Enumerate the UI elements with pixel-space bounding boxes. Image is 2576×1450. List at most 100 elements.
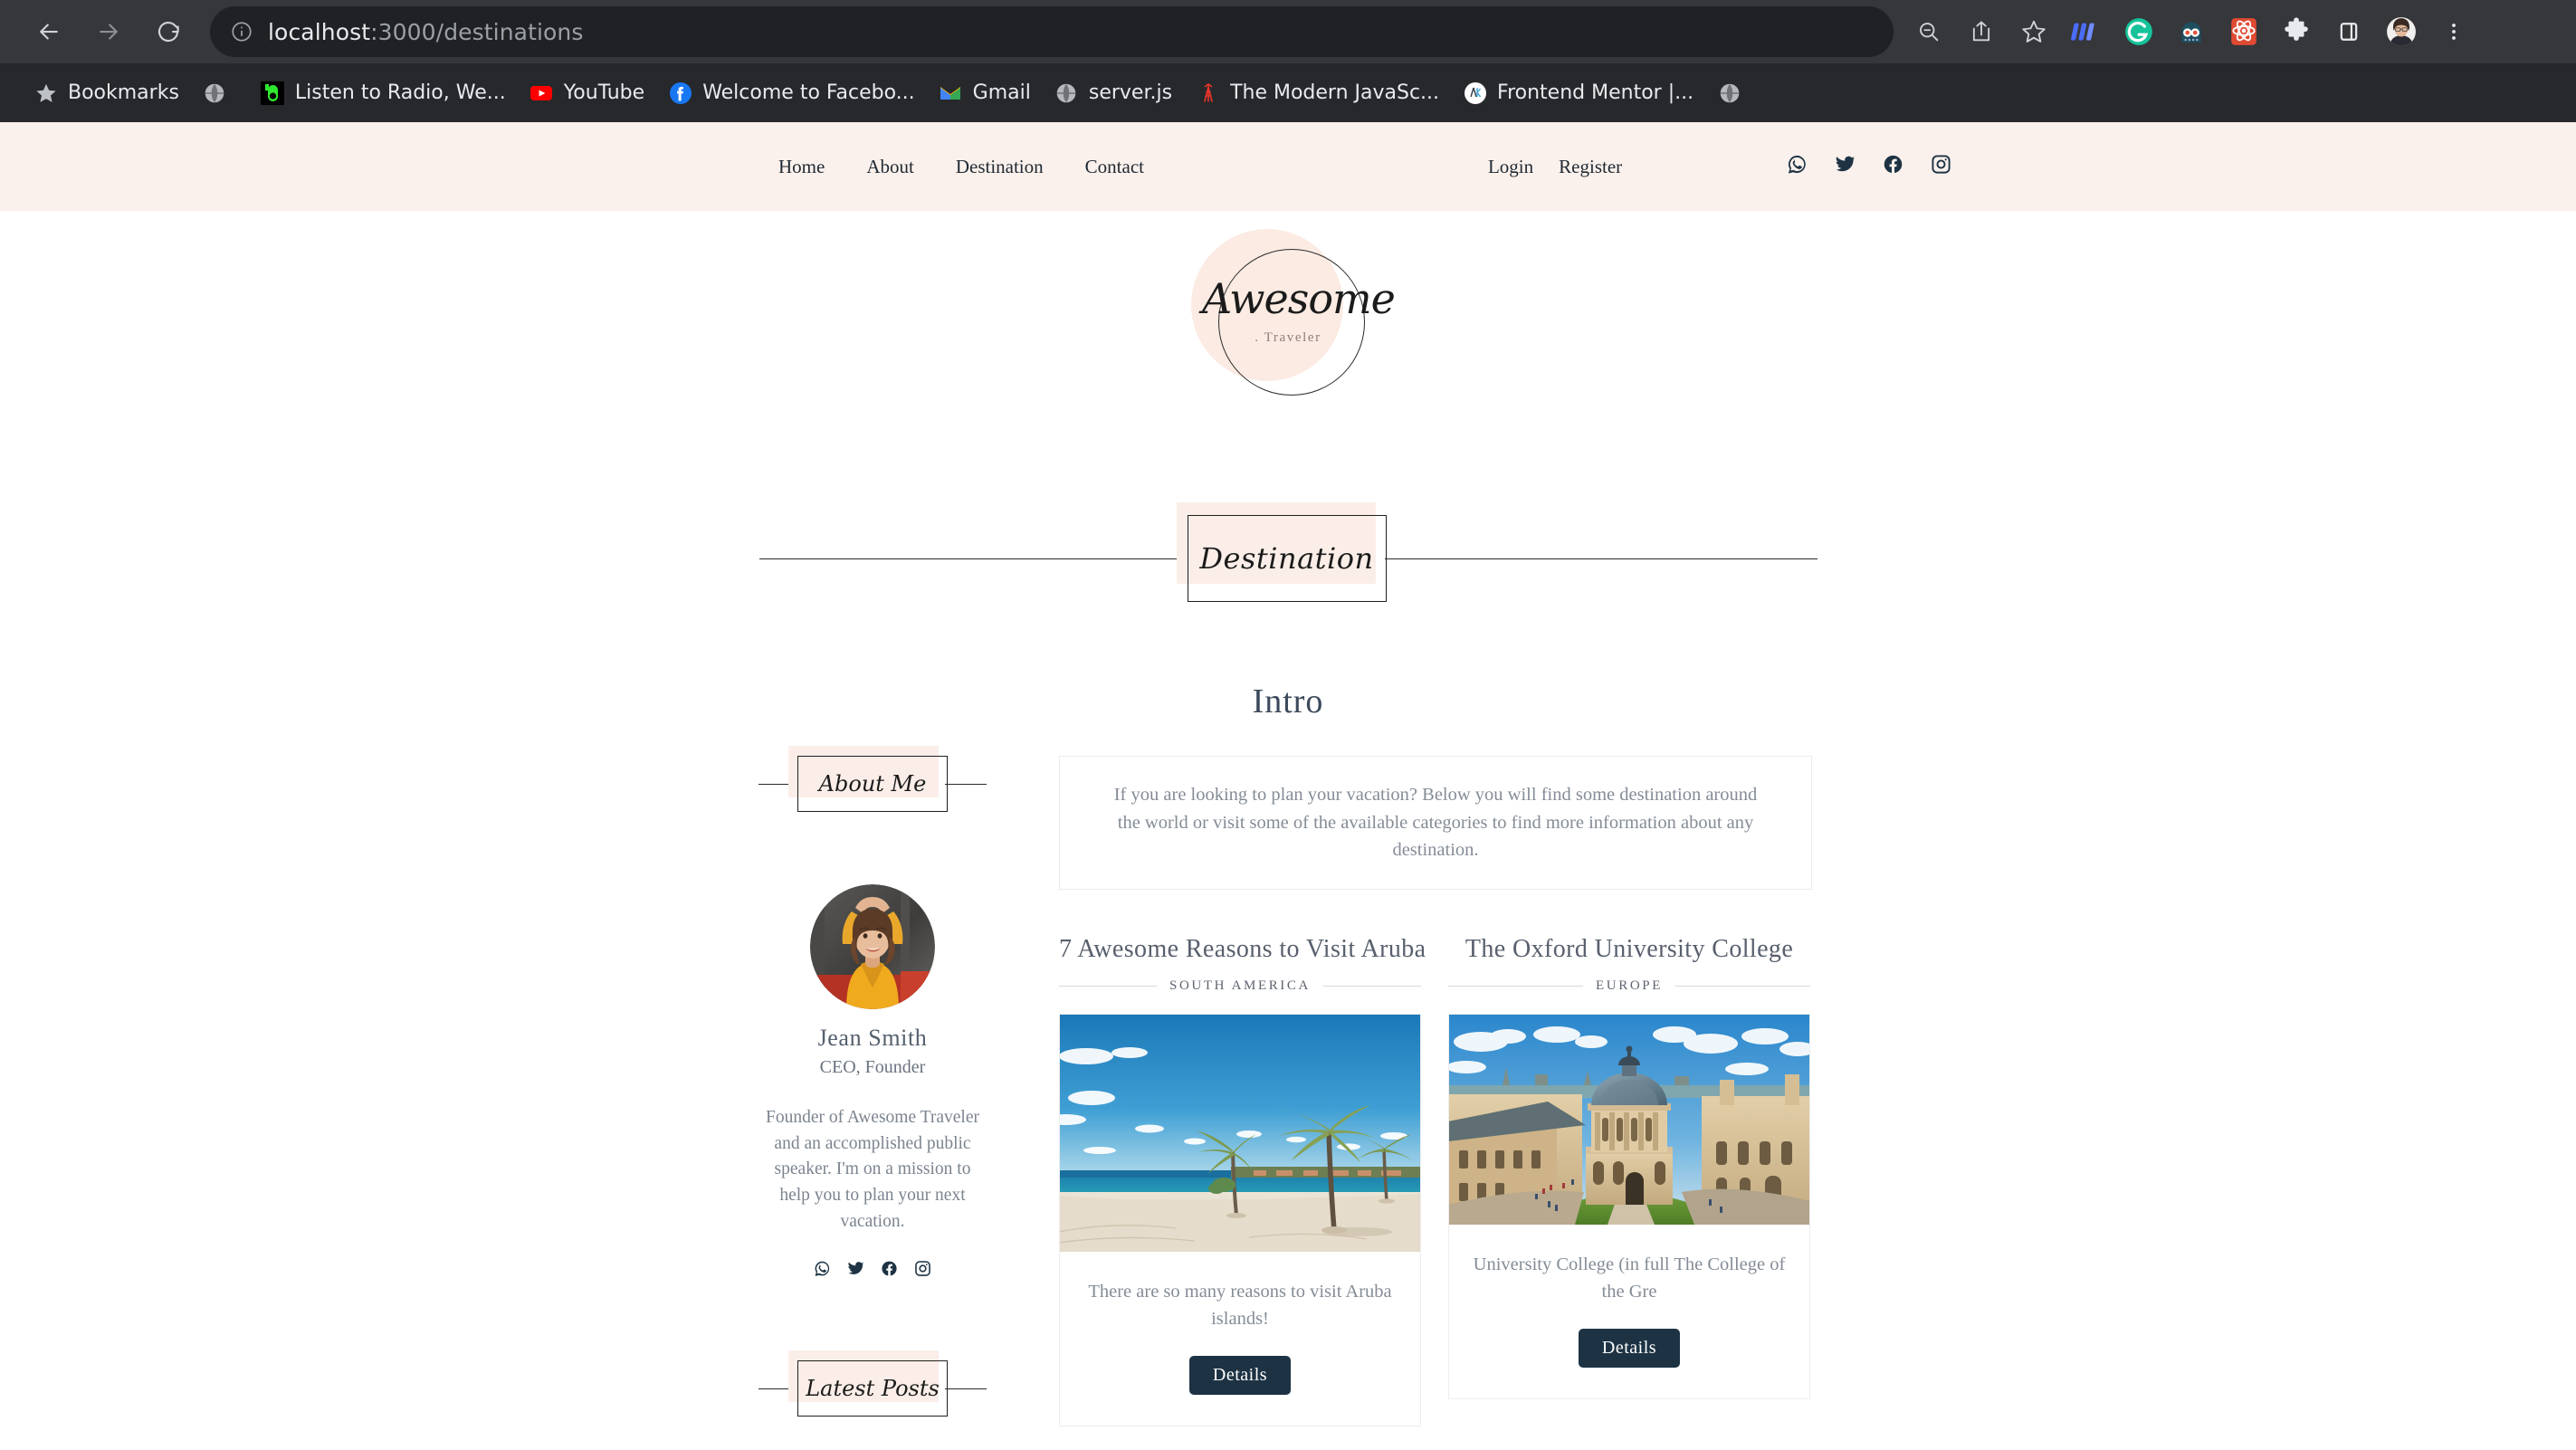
url-host: localhost [268,18,371,45]
page-title-text: Destination [1199,541,1374,576]
zoom-out-icon[interactable] [1903,5,1955,58]
browser-toolbar: localhost:3000/destinations [0,0,2576,63]
author-photo [810,884,935,1009]
destination-card-body: There are so many reasons to visit Aruba… [1060,1252,1420,1426]
side-panel-icon[interactable] [2323,5,2375,58]
profile-avatar[interactable] [2375,5,2428,58]
logo-brand-text: Awesome [1202,274,1396,323]
nav-item-home[interactable]: Home [778,156,825,178]
login-link[interactable]: Login [1488,156,1533,178]
twitter-icon[interactable] [847,1260,864,1277]
bookmark-item-modern-javascript[interactable]: The Modern JavaSc... [1184,74,1451,111]
frontend-mentor-icon [1463,81,1487,105]
bookmark-item-facebook[interactable]: Welcome to Facebo... [656,74,926,111]
destination-image-oxford[interactable] [1449,1015,1809,1225]
intro-heading: Intro [1252,682,1324,720]
forward-arrow-icon [100,24,118,40]
puzzle-glyph [2285,17,2308,41]
back-button[interactable] [29,12,69,52]
whatsapp-icon[interactable] [814,1260,831,1277]
bookmark-item-globe-2[interactable] [1705,74,1763,111]
radio-glyph [261,81,285,105]
bookmark-label: Gmail [972,81,1031,104]
latest-rule-right [945,1388,987,1389]
destination-title[interactable]: 7 Awesome Reasons to Visit Aruba [1059,935,1426,964]
ghostery-extension-icon[interactable] [2165,5,2218,58]
page-title-bar: Destination [0,502,2576,602]
youtube-icon [530,81,554,105]
monica-extension-icon[interactable] [2060,5,2113,58]
destination-card: University College (in full The College … [1448,1014,1810,1400]
avatar [810,884,935,1009]
profile-photo [2387,17,2416,46]
bookmark-item-globe-1[interactable] [191,74,249,111]
category-rule-right [1322,986,1421,987]
url-text: localhost:3000/destinations [268,19,584,45]
facebook-icon[interactable] [881,1260,898,1277]
destination-card-body: University College (in full The College … [1449,1225,1809,1398]
instagram-icon[interactable] [914,1260,931,1277]
facebook-icon[interactable] [1883,154,1903,175]
javascript-info-icon [1196,81,1220,105]
bookmark-item-bookmarks[interactable]: Bookmarks [22,74,191,111]
globe-icon [1054,81,1079,105]
latest-posts-text: Latest Posts [806,1376,940,1402]
logo-sub-text: . Traveler [1255,330,1321,345]
radio-icon [261,81,285,105]
author-name: Jean Smith [817,1025,928,1051]
tower-glyph [1203,82,1213,102]
destination-title[interactable]: The Oxford University College [1448,935,1810,964]
main-navigation: Home About Destination Contact [778,156,1144,178]
reload-icon [157,21,179,43]
category-rule-right [1674,986,1810,987]
chrome-menu-icon[interactable] [2428,5,2480,58]
destination-text: There are so many reasons to visit Aruba… [1088,1282,1392,1329]
site-info-icon[interactable] [230,20,253,43]
react-devtools-extension-icon[interactable] [2218,5,2270,58]
reload-button[interactable] [148,12,188,52]
back-arrow-icon [40,24,58,40]
nav-item-destination[interactable]: Destination [956,156,1044,178]
details-button[interactable]: Details [1188,1356,1292,1396]
page-content: Home About Destination Contact Login Reg… [0,122,2576,1450]
forward-button[interactable] [89,12,129,52]
browser-chrome: localhost:3000/destinations Bookmarks Li… [0,0,2576,122]
destination-category: SOUTH AMERICA [1169,978,1311,993]
bookmarks-bar: Bookmarks Listen to Radio, We... YouTube… [0,63,2576,122]
grammarly-glyph [2125,18,2152,45]
destination-category-row: SOUTH AMERICA [1059,978,1421,994]
globe-icon [203,81,227,105]
nav-item-contact[interactable]: Contact [1085,156,1144,178]
bookmark-label: The Modern JavaSc... [1230,81,1440,104]
bookmark-item-serverjs[interactable]: server.js [1043,74,1184,111]
address-bar[interactable]: localhost:3000/destinations [210,6,1894,57]
page-title: Destination [1176,502,1387,602]
author-card: Jean Smith CEO, Founder Founder of Aweso… [757,884,988,1277]
whatsapp-icon[interactable] [1787,154,1808,175]
instagram-icon[interactable] [1931,154,1951,175]
destination-image-beach[interactable] [1060,1015,1420,1252]
register-link[interactable]: Register [1559,156,1622,178]
puzzle-extensions-icon[interactable] [2270,5,2323,58]
navigation-buttons [16,12,197,52]
destination-item-oxford: The Oxford University College EUROPE Uni… [1448,935,1810,1426]
bookmark-label: Bookmarks [68,81,179,104]
react-glyph [2231,18,2256,45]
brand-logo[interactable]: Awesome . Traveler [1191,229,1396,408]
bookmark-item-gmail[interactable]: Gmail [927,74,1043,111]
latest-frame: Latest Posts [797,1360,948,1417]
share-icon[interactable] [1955,5,2008,58]
details-button[interactable]: Details [1578,1329,1681,1369]
grammarly-extension-icon[interactable] [2113,5,2165,58]
bookmark-item-listen-to-radio[interactable]: Listen to Radio, We... [249,74,518,111]
bookmark-label: Frontend Mentor |... [1497,81,1694,104]
ghostery-glyph [2181,22,2201,43]
destination-card: There are so many reasons to visit Aruba… [1059,1014,1421,1427]
twitter-icon[interactable] [1835,154,1856,175]
intro-card: If you are looking to plan your vacation… [1059,756,1812,890]
bookmark-item-youtube[interactable]: YouTube [518,74,656,111]
bookmark-item-frontend-mentor[interactable]: Frontend Mentor |... [1451,74,1705,111]
nav-item-about[interactable]: About [866,156,914,178]
bookmark-star-icon[interactable] [2008,5,2060,58]
sidebar: About Me Jean Smith CEO, Founder Founder… [757,746,988,1426]
